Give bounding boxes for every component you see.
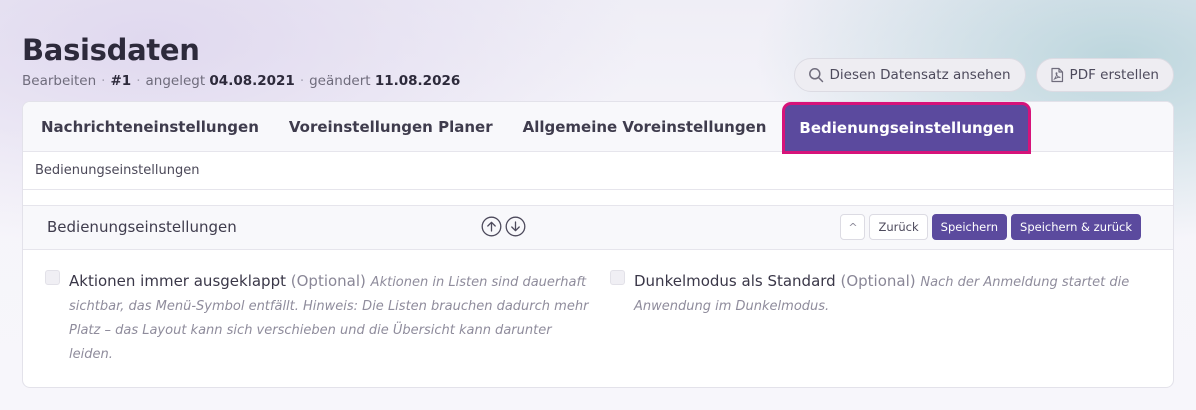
page-title: Basisdaten [22, 33, 200, 67]
section-header: Bedienungseinstellungen ^ Zurück Speiche… [23, 206, 1173, 250]
separator: · [136, 73, 141, 89]
save-button[interactable]: Speichern [931, 214, 1008, 240]
separator: · [299, 73, 305, 89]
section-actions: ^ Zurück Speichern Speichern & zurück [840, 214, 1141, 240]
option-label: Aktionen immer ausgeklappt [69, 272, 286, 290]
optional-tag: (Optional) [840, 272, 916, 290]
option-dark-mode-default: Dunkelmodus als Standard (Optional) Nach… [610, 270, 1150, 318]
created-label: angelegt [145, 73, 206, 89]
create-pdf-button[interactable]: PDF erstellen [1035, 58, 1174, 92]
breadcrumb: Bedienungseinstellungen [23, 152, 1173, 190]
back-button[interactable]: Zurück [869, 214, 928, 240]
option-actions-expanded: Aktionen immer ausgeklappt (Optional) Ak… [45, 270, 595, 366]
option-label: Dunkelmodus als Standard [634, 272, 836, 290]
dark-mode-checkbox[interactable] [610, 270, 625, 285]
mode-label: Bearbeiten [22, 73, 97, 89]
options-area: Aktionen immer ausgeklappt (Optional) Ak… [23, 250, 1173, 370]
separator: · [101, 73, 106, 89]
section-title: Bedienungseinstellungen [47, 218, 237, 236]
record-id: #1 [110, 73, 132, 89]
actions-expanded-checkbox[interactable] [45, 270, 60, 285]
arrow-down-circle-icon[interactable] [505, 216, 526, 241]
arrow-up-circle-icon[interactable] [481, 216, 502, 241]
save-and-back-button[interactable]: Speichern & zurück [1011, 214, 1141, 240]
tab-bedienungseinstellungen[interactable]: Bedienungseinstellungen [785, 105, 1029, 151]
changed-date: 11.08.2026 [374, 73, 461, 89]
divider [23, 190, 1173, 206]
collapse-button[interactable]: ^ [840, 214, 866, 240]
header-actions: Diesen Datensatz ansehen PDF erstellen [793, 58, 1174, 92]
sort-controls [481, 216, 526, 241]
create-pdf-label: PDF erstellen [1069, 67, 1159, 83]
record-meta: Bearbeiten · #1 · angelegt 04.08.2021 · geände… [22, 73, 460, 89]
tab-allgemeine-voreinstellungen[interactable]: Allgemeine Voreinstellungen [508, 102, 782, 151]
tab-bar: Nachrichteneinstellungen Voreinstellunge… [23, 102, 1173, 152]
view-record-button[interactable]: Diesen Datensatz ansehen [793, 58, 1026, 92]
settings-card: Nachrichteneinstellungen Voreinstellunge… [22, 101, 1174, 388]
changed-label: geändert [309, 73, 371, 89]
pdf-file-icon [1050, 67, 1064, 83]
optional-tag: (Optional) [290, 272, 366, 290]
tab-voreinstellungen-planer[interactable]: Voreinstellungen Planer [274, 102, 508, 151]
view-record-label: Diesen Datensatz ansehen [829, 67, 1011, 83]
tab-nachrichteneinstellungen[interactable]: Nachrichteneinstellungen [26, 102, 274, 151]
created-date: 04.08.2021 [209, 73, 295, 89]
search-icon [808, 67, 824, 83]
chevron-up-icon: ^ [848, 220, 858, 234]
